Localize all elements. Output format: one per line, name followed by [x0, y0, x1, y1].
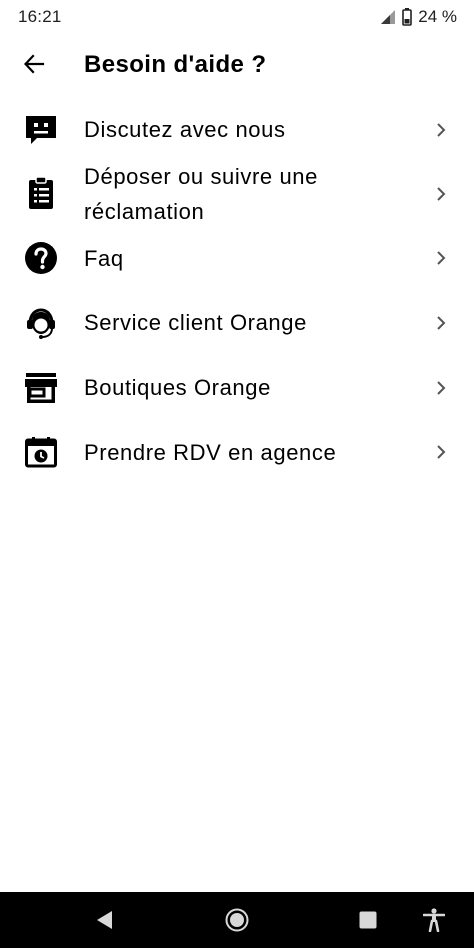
chevron-right-icon: [432, 121, 450, 139]
status-bar: 16:21 24 %: [0, 0, 474, 34]
battery-percent: 24 %: [418, 7, 457, 26]
menu-item-appointment[interactable]: Prendre RDV en agence: [0, 418, 474, 482]
menu-item-chat[interactable]: Discutez avec nous: [0, 98, 474, 162]
calendar-clock-icon: [24, 435, 58, 469]
menu-item-customer-service[interactable]: Service client Orange: [0, 288, 474, 354]
menu-item-label: Boutiques Orange: [84, 375, 271, 400]
home-circle-icon[interactable]: [223, 906, 251, 934]
headset-agent-icon: [24, 306, 58, 340]
chevron-right-icon: [432, 443, 450, 461]
help-circle-icon: [24, 241, 58, 275]
menu-item-faq[interactable]: Faq: [0, 232, 474, 288]
menu-item-label: Faq: [84, 246, 124, 271]
accessibility-icon[interactable]: [420, 906, 448, 934]
chevron-right-icon: [432, 249, 450, 267]
system-navigation-bar: [0, 892, 474, 948]
signal-icon: [380, 9, 396, 25]
back-triangle-icon[interactable]: [91, 906, 119, 934]
store-icon: [24, 371, 58, 405]
recents-square-icon[interactable]: [354, 906, 382, 934]
chevron-right-icon: [432, 314, 450, 332]
back-button[interactable]: [12, 44, 56, 88]
chevron-right-icon: [432, 185, 450, 203]
arrow-left-icon: [23, 53, 45, 80]
chat-bubble-icon: [24, 113, 58, 147]
battery-icon: [402, 8, 413, 26]
menu-item-claim[interactable]: Déposer ou suivre une réclamation: [0, 162, 474, 232]
page-title: Besoin d'aide ?: [84, 51, 267, 78]
menu-item-label: Discutez avec nous: [84, 117, 286, 142]
menu-item-shops[interactable]: Boutiques Orange: [0, 354, 474, 418]
menu-item-label: Déposer ou suivre une réclamation: [84, 164, 318, 224]
chevron-right-icon: [432, 379, 450, 397]
status-time: 16:21: [18, 7, 62, 26]
menu-item-label: Prendre RDV en agence: [84, 440, 337, 465]
status-indicators: 24 %: [380, 7, 457, 27]
app-bar: Besoin d'aide ?: [0, 34, 474, 98]
clipboard-icon: [24, 176, 58, 210]
menu-item-label: Service client Orange: [84, 310, 307, 335]
